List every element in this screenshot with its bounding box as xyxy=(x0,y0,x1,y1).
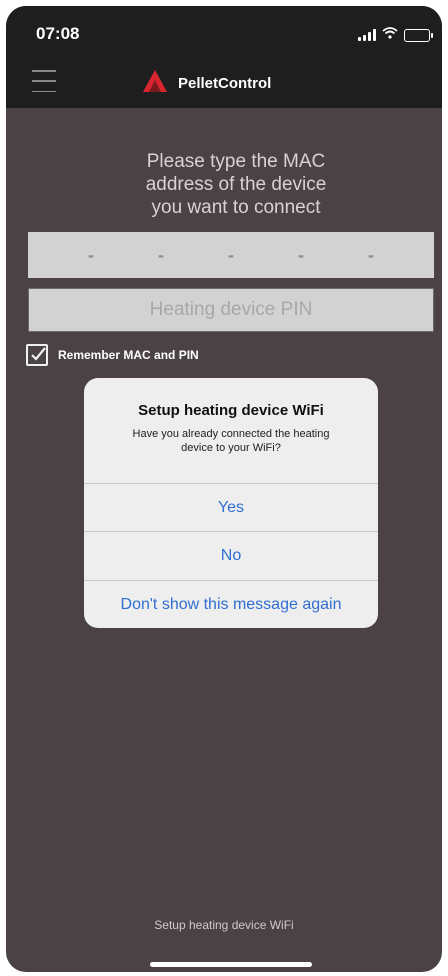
cellular-signal-icon xyxy=(358,29,376,41)
wifi-setup-dialog: Setup heating device WiFi Have you alrea… xyxy=(84,378,378,628)
mac-address-input[interactable]: - - - - - xyxy=(28,232,434,278)
wifi-icon xyxy=(382,26,398,44)
remember-checkbox[interactable] xyxy=(26,344,48,366)
pelletcontrol-logo-icon xyxy=(142,68,168,99)
home-indicator[interactable] xyxy=(150,962,312,967)
mac-separator: - xyxy=(298,244,304,265)
mac-separator: - xyxy=(228,244,234,265)
dialog-title: Setup heating device WiFi xyxy=(138,402,324,419)
app-header: 07:08 PelletControl xyxy=(6,6,442,108)
footer-link-setup-wifi[interactable]: Setup heating device WiFi xyxy=(6,918,442,932)
mac-separator: - xyxy=(88,244,94,265)
dont-show-again-button[interactable]: Don't show this message again xyxy=(84,580,378,628)
remember-mac-pin-row[interactable]: Remember MAC and PIN xyxy=(26,344,199,366)
battery-charging-icon xyxy=(404,28,433,42)
dialog-message: Have you already connected the heating d… xyxy=(132,428,330,454)
phone-screen: 07:08 PelletControl Please type the MAC … xyxy=(6,6,442,972)
mac-separator: - xyxy=(158,244,164,265)
mac-separator: - xyxy=(368,244,374,265)
pin-input[interactable]: Heating device PIN xyxy=(28,288,434,332)
remember-label: Remember MAC and PIN xyxy=(58,348,199,362)
app-title: PelletControl xyxy=(178,75,272,92)
yes-button[interactable]: Yes xyxy=(84,483,378,531)
no-button[interactable]: No xyxy=(84,531,378,579)
brand: PelletControl xyxy=(142,68,271,99)
status-time: 07:08 xyxy=(36,24,80,43)
checkmark-icon xyxy=(31,347,46,361)
hamburger-menu-icon[interactable] xyxy=(32,70,56,92)
mac-instruction: Please type the MAC address of the devic… xyxy=(145,151,327,218)
status-icons xyxy=(358,26,433,44)
